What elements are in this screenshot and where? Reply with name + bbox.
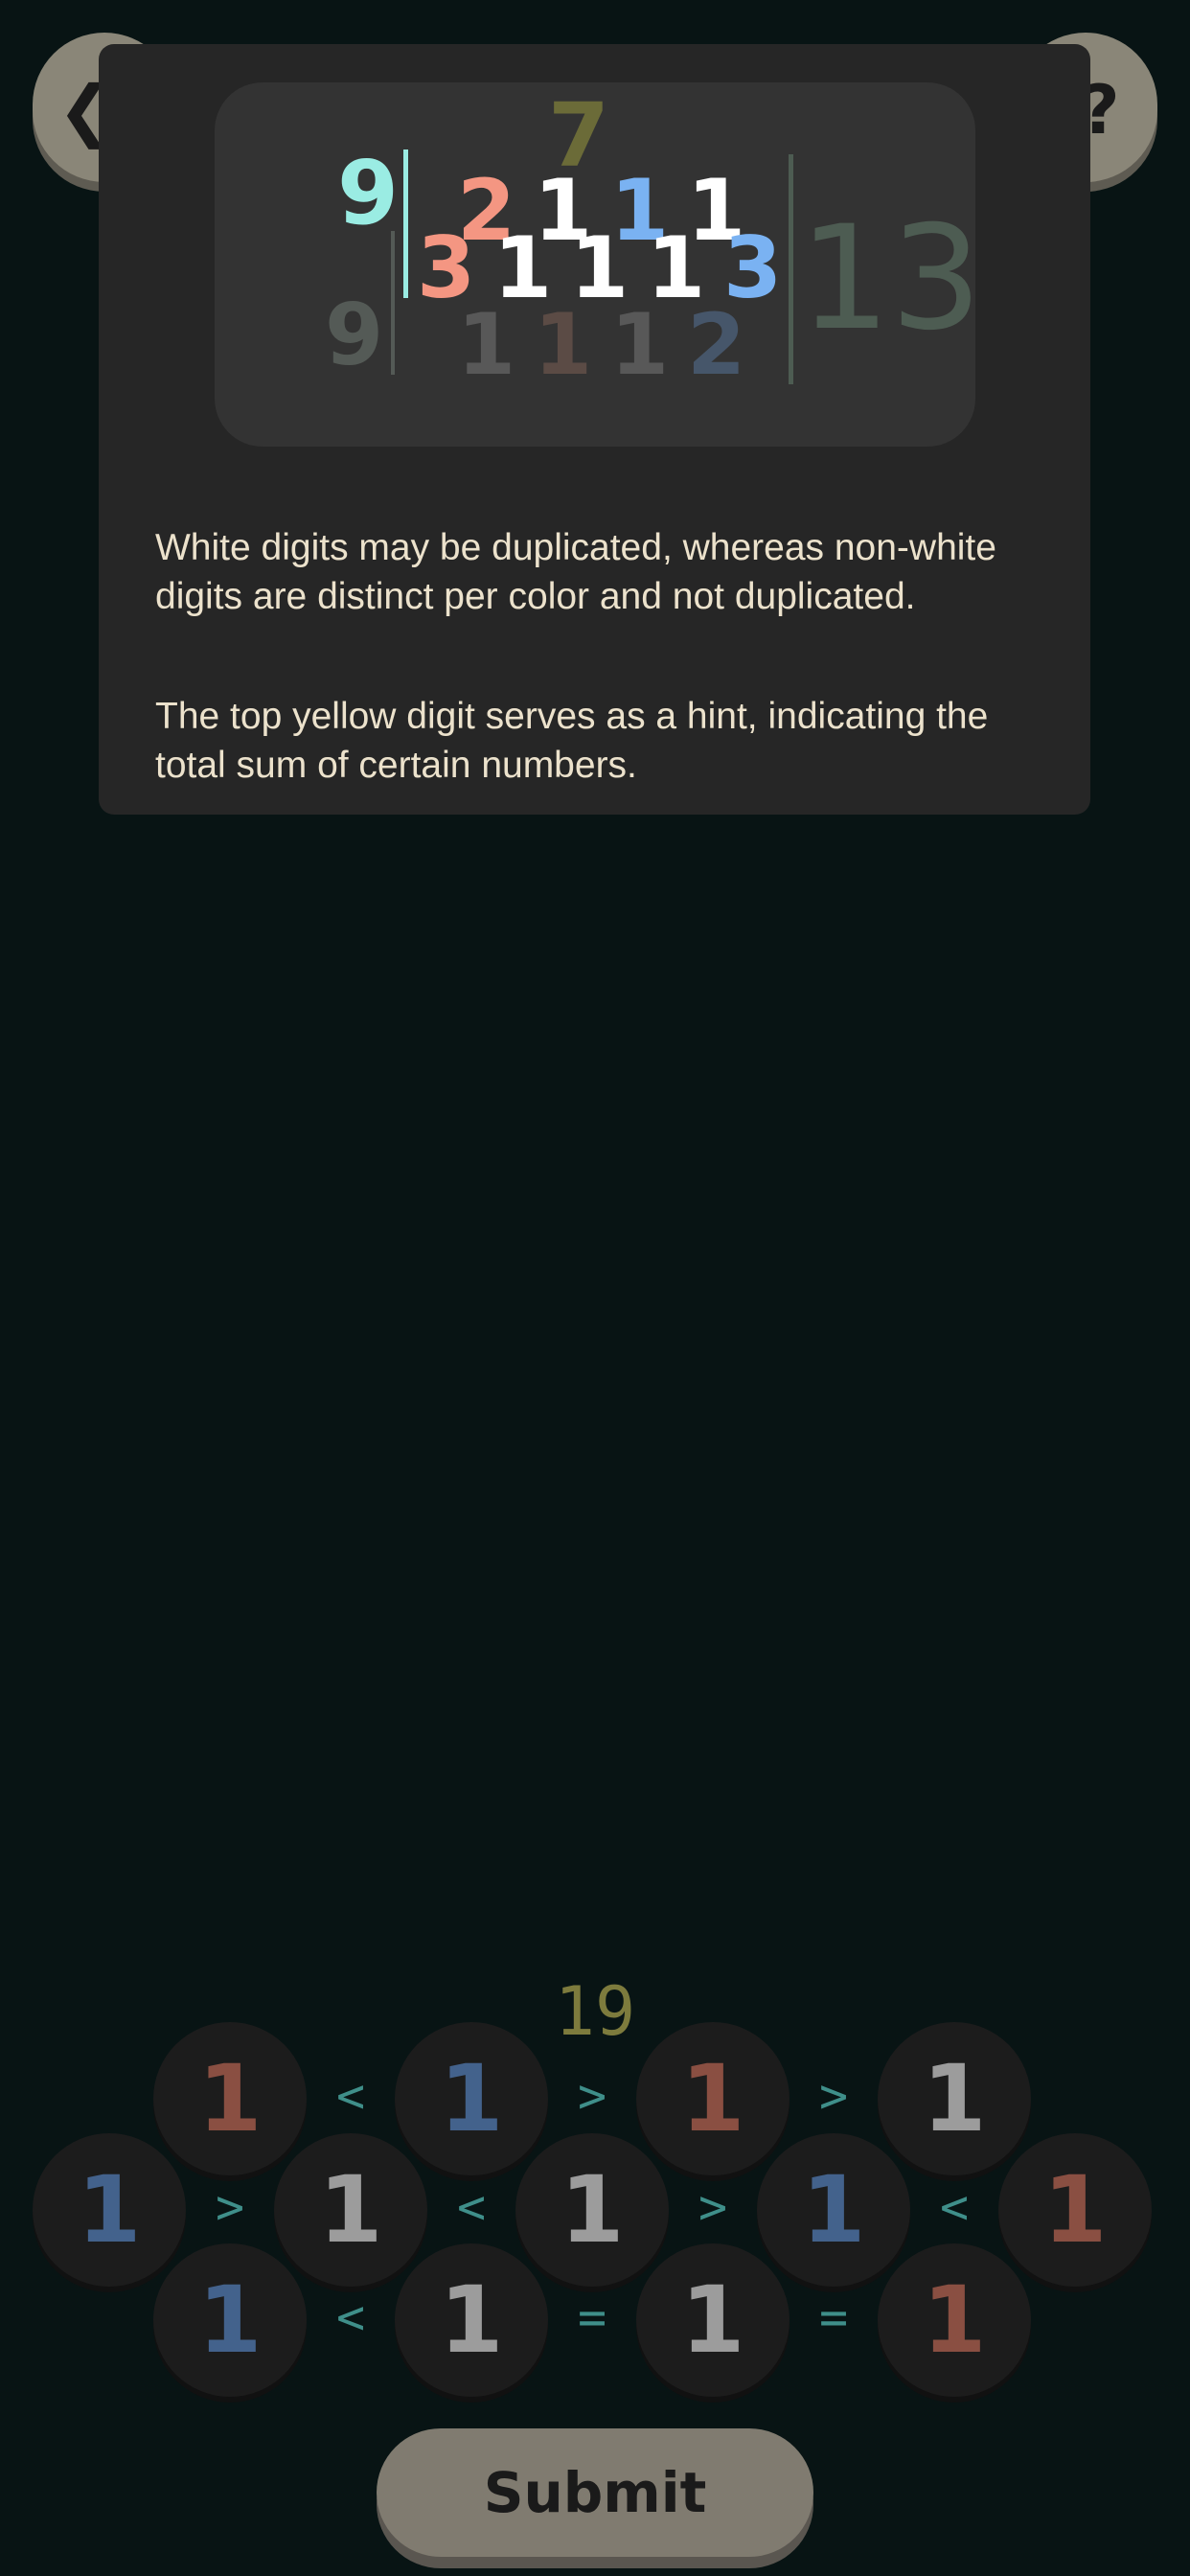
- submit-button[interactable]: Submit: [377, 2428, 813, 2557]
- cell[interactable]: 1: [757, 2133, 910, 2287]
- comparison-operator: =: [577, 2289, 607, 2345]
- cell[interactable]: 1: [636, 2243, 790, 2397]
- cell[interactable]: 1: [33, 2133, 186, 2287]
- comparison-operator: >: [818, 2068, 849, 2124]
- cell[interactable]: 1: [636, 2022, 790, 2175]
- comparison-operator: >: [215, 2179, 245, 2235]
- comparison-operator: <: [939, 2179, 970, 2235]
- cell[interactable]: 1: [515, 2133, 669, 2287]
- cell[interactable]: 1: [153, 2243, 307, 2397]
- cell[interactable]: 1: [998, 2133, 1152, 2287]
- cell[interactable]: 1: [395, 2022, 548, 2175]
- comparison-operator: <: [456, 2179, 487, 2235]
- comparison-operator: <: [335, 2289, 366, 2345]
- comparison-operator: =: [818, 2289, 849, 2345]
- cell[interactable]: 1: [878, 2022, 1031, 2175]
- comparison-operator: <: [335, 2068, 366, 2124]
- cell[interactable]: 1: [274, 2133, 427, 2287]
- puzzle-board: 19 1 1 1 1 < > >1 1 1 1 1 > < > <1 1 1 1 < = =: [0, 0, 1190, 2576]
- cell[interactable]: 1: [878, 2243, 1031, 2397]
- board-hint: 19: [554, 1972, 636, 2051]
- cell[interactable]: 1: [395, 2243, 548, 2397]
- comparison-operator: >: [698, 2179, 728, 2235]
- comparison-operator: >: [577, 2068, 607, 2124]
- cell[interactable]: 1: [153, 2022, 307, 2175]
